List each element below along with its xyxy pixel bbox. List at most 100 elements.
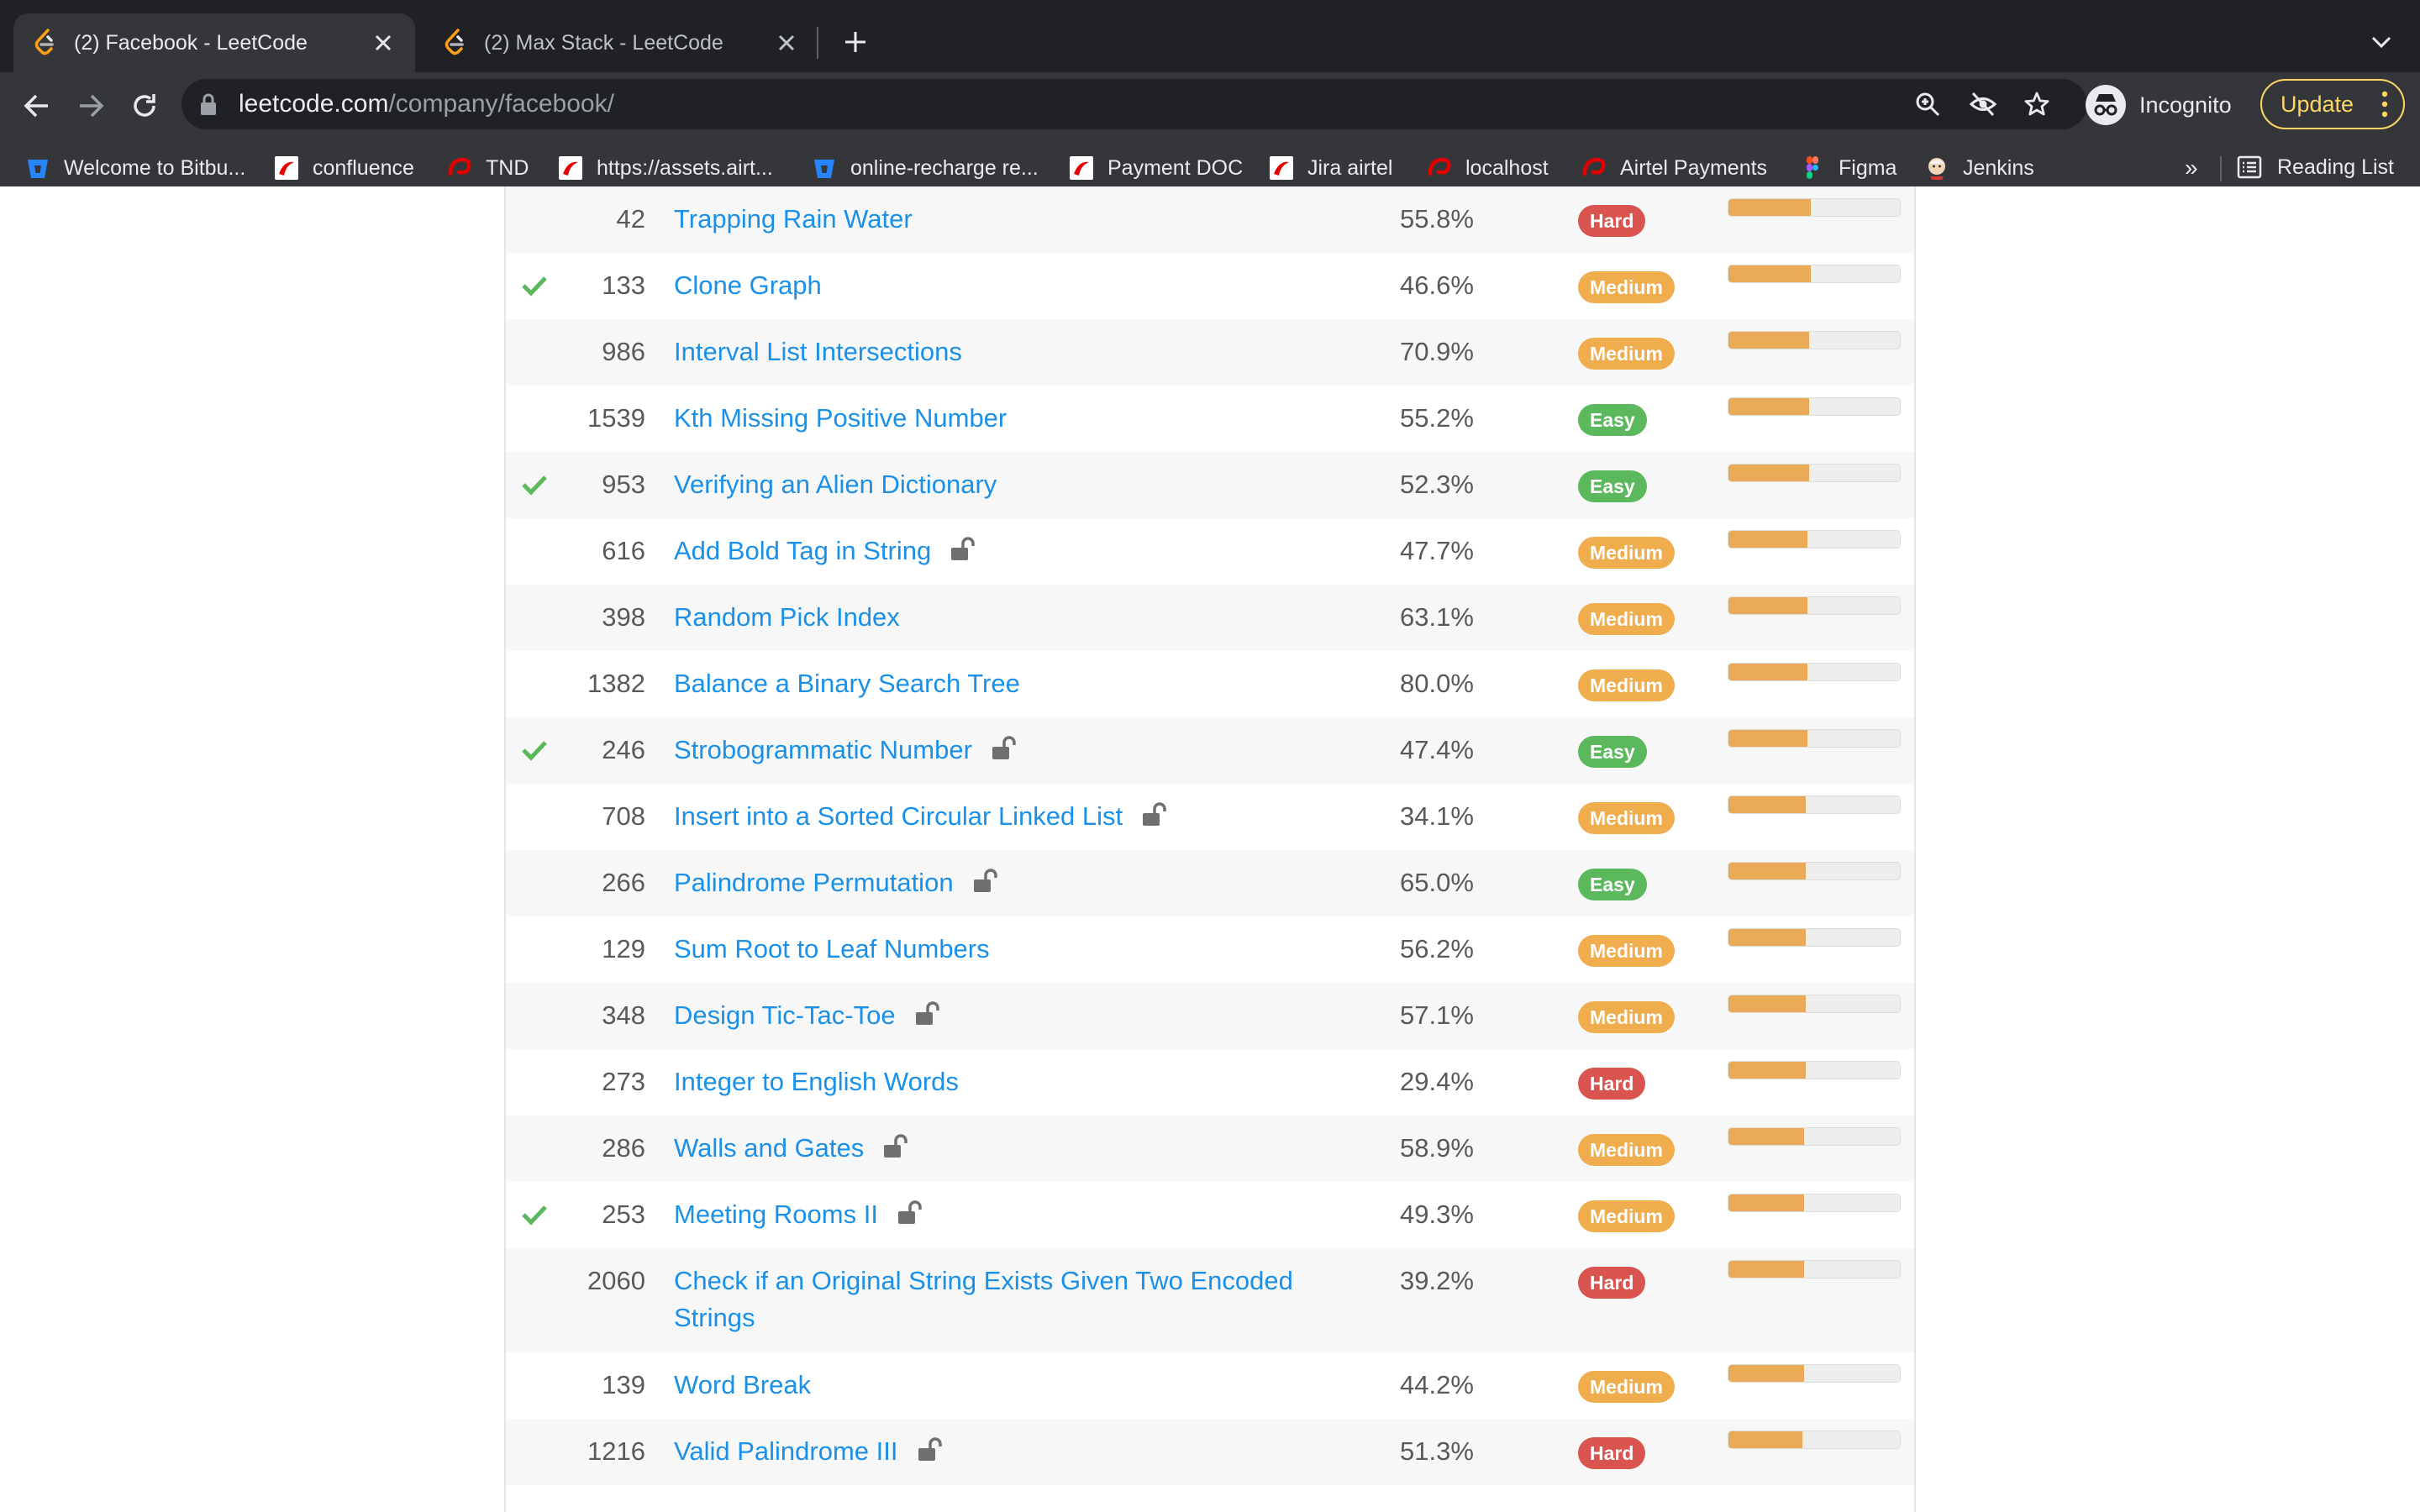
frequency-bar (1728, 928, 1901, 947)
bookmark-label: confluence (313, 155, 414, 180)
bookmark-jenkins[interactable]: Jenkins (1924, 155, 2034, 181)
forward-button[interactable] (69, 84, 113, 128)
problem-title-link[interactable]: Design Tic-Tac-Toe (674, 997, 1329, 1034)
bookmark-assets-airtel[interactable]: https://assets.airt... (558, 155, 773, 181)
bookmark-label: localhost (1465, 155, 1549, 180)
bookmark-welcome-to-bitbucket[interactable]: Welcome to Bitbu... (25, 155, 245, 181)
reload-icon (134, 94, 155, 117)
problem-title-link[interactable]: Trapping Rain Water (674, 201, 1329, 238)
tab-facebook-leetcode[interactable]: (2) Facebook - LeetCode (13, 13, 415, 72)
frequency-bar (1728, 596, 1901, 615)
problem-title: Interval List Intersections (674, 337, 962, 366)
problem-title-link[interactable]: Interval List Intersections (674, 333, 1329, 370)
problem-title-link[interactable]: Walls and Gates (674, 1130, 1329, 1167)
problem-title: Insert into a Sorted Circular Linked Lis… (674, 801, 1123, 831)
update-button[interactable]: Update (2260, 79, 2405, 129)
problem-row: 266 Palindrome Permutation 65.0% Easy (506, 850, 1914, 916)
unlock-icon (918, 1437, 942, 1461)
problem-title-link[interactable]: Integer to English Words (674, 1063, 1329, 1100)
problem-title-link[interactable]: Valid Palindrome III (674, 1433, 1329, 1470)
problem-title-link[interactable]: Verifying an Alien Dictionary (674, 466, 1329, 503)
problem-id: 273 (602, 1067, 645, 1096)
problem-title-link[interactable]: Sum Root to Leaf Numbers (674, 931, 1329, 968)
reading-list-button[interactable]: Reading List (2237, 155, 2394, 180)
difficulty-badge: Hard (1578, 205, 1646, 237)
frequency-bar (1728, 995, 1901, 1013)
url-text[interactable]: leetcode.com/company/facebook/ (239, 90, 614, 118)
problem-title-link[interactable]: Check if an Original String Exists Given… (674, 1263, 1329, 1336)
bookmark-airtel-payments[interactable]: Airtel Payments (1581, 155, 1767, 181)
bitbucket-icon (28, 160, 48, 178)
problem-title-link[interactable]: Meeting Rooms II (674, 1196, 1329, 1233)
problem-title-link[interactable]: Word Break (674, 1367, 1329, 1404)
bookmark-tnd[interactable]: TND (447, 155, 529, 181)
problem-row: 133 Clone Graph 46.6% Medium (506, 253, 1914, 319)
incognito-indicator[interactable]: Incognito (2086, 81, 2232, 129)
frequency-bar (1728, 1061, 1901, 1079)
bookmark-online-recharge[interactable]: online-recharge re... (812, 155, 1039, 181)
frequency-bar-fill (1728, 199, 1811, 216)
back-button[interactable] (15, 84, 59, 128)
frequency-bar (1728, 397, 1901, 416)
unlock-icon (897, 1200, 922, 1224)
bookmark-payment-doc[interactable]: Payment DOC (1069, 155, 1243, 181)
problem-title-link[interactable]: Strobogrammatic Number (674, 732, 1329, 769)
frequency-bar-fill (1728, 730, 1807, 747)
acceptance-rate: 63.1% (1400, 602, 1474, 632)
bookmark-confluence[interactable]: confluence (274, 155, 414, 181)
bookmark-localhost[interactable]: localhost (1427, 155, 1549, 181)
acceptance-rate: 34.1% (1400, 801, 1474, 831)
jenkins-icon (1928, 158, 1945, 180)
difficulty-badge: Easy (1578, 470, 1647, 502)
tab-close-icon[interactable] (773, 29, 800, 56)
problem-id: 1382 (587, 669, 645, 698)
reload-button[interactable] (123, 84, 166, 128)
problem-title: Design Tic-Tac-Toe (674, 1000, 896, 1030)
bookmark-figma[interactable]: Figma (1800, 155, 1897, 181)
problem-title: Kth Missing Positive Number (674, 403, 1007, 433)
tab-divider (817, 27, 818, 59)
difficulty-badge: Easy (1578, 869, 1647, 900)
problem-id: 129 (602, 934, 645, 963)
eye-off-icon[interactable] (1968, 89, 1998, 119)
problem-title-link[interactable]: Palindrome Permutation (674, 864, 1329, 901)
problem-title-link[interactable]: Add Bold Tag in String (674, 533, 1329, 570)
frequency-bar (1728, 729, 1901, 748)
acceptance-rate: 80.0% (1400, 669, 1474, 698)
bookmarks-divider (2220, 156, 2222, 181)
tab-search-button[interactable] (2363, 24, 2400, 60)
acceptance-rate: 44.2% (1400, 1370, 1474, 1399)
tab-close-icon[interactable] (370, 29, 397, 56)
page-content: 42 Trapping Rain Water 55.8% Hard 133 Clone G… (0, 186, 2420, 1512)
acceptance-rate: 52.3% (1400, 470, 1474, 499)
frequency-bar (1728, 1364, 1901, 1383)
problem-title-link[interactable]: Kth Missing Positive Number (674, 400, 1329, 437)
problem-row: 129 Sum Root to Leaf Numbers 56.2% Medium (506, 916, 1914, 983)
arrow-left-icon (24, 94, 48, 118)
acceptance-rate: 65.0% (1400, 868, 1474, 897)
new-tab-button[interactable] (837, 24, 874, 60)
bookmark-label: https://assets.airt... (597, 155, 773, 180)
url-path: /company/facebook/ (388, 90, 614, 118)
tab-max-stack-leetcode[interactable]: (2) Max Stack - LeetCode (424, 13, 818, 72)
problem-title-link[interactable]: Insert into a Sorted Circular Linked Lis… (674, 798, 1329, 835)
bookmark-jira-airtel[interactable]: Jira airtel (1269, 155, 1392, 181)
problem-title: Word Break (674, 1370, 812, 1399)
difficulty-badge: Medium (1578, 1371, 1675, 1403)
bookmark-label: Airtel Payments (1620, 155, 1768, 180)
acceptance-rate: 70.9% (1400, 337, 1474, 366)
problem-title: Add Bold Tag in String (674, 536, 932, 565)
frequency-bar (1728, 331, 1901, 349)
problem-row: 1382 Balance a Binary Search Tree 80.0% Med… (506, 651, 1914, 717)
problem-title-link[interactable]: Random Pick Index (674, 599, 1329, 636)
star-icon[interactable] (2022, 89, 2052, 119)
zoom-icon[interactable] (1912, 89, 1943, 119)
airtel-swirl-icon (1428, 157, 1451, 176)
address-bar[interactable]: leetcode.com/company/facebook/ (182, 79, 2087, 129)
lock-icon[interactable] (200, 92, 217, 116)
problem-title-link[interactable]: Clone Graph (674, 267, 1329, 304)
bookmarks-overflow-button[interactable]: » (2185, 155, 2198, 181)
problem-title-link[interactable]: Balance a Binary Search Tree (674, 665, 1329, 702)
problem-id: 133 (602, 270, 645, 300)
frequency-bar-fill (1728, 398, 1809, 415)
